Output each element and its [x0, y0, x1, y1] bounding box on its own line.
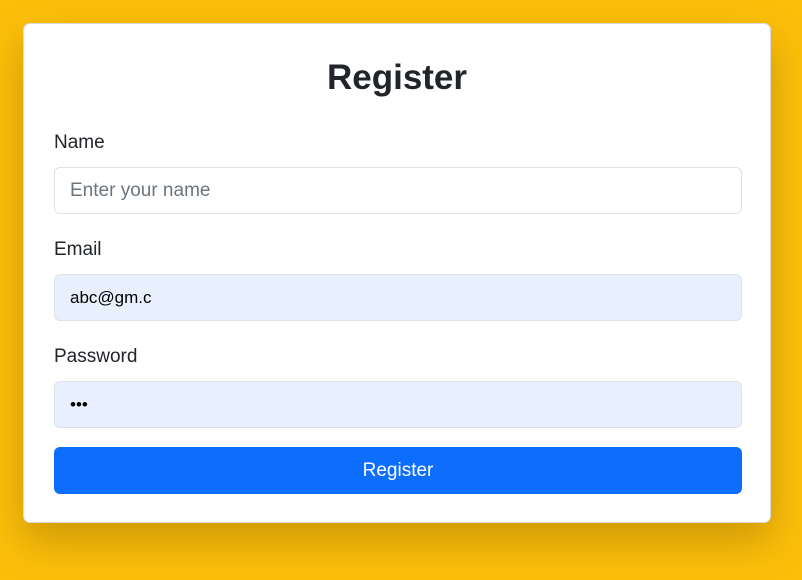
register-card: Register Name Email Password Register — [23, 23, 771, 523]
email-label: Email — [54, 239, 102, 260]
password-label: Password — [54, 346, 138, 367]
register-button[interactable]: Register — [54, 447, 742, 494]
password-input[interactable] — [54, 381, 742, 428]
page-title: Register — [326, 58, 468, 97]
name-label: Name — [54, 132, 105, 153]
name-input[interactable] — [54, 167, 742, 214]
email-input[interactable] — [54, 274, 742, 321]
